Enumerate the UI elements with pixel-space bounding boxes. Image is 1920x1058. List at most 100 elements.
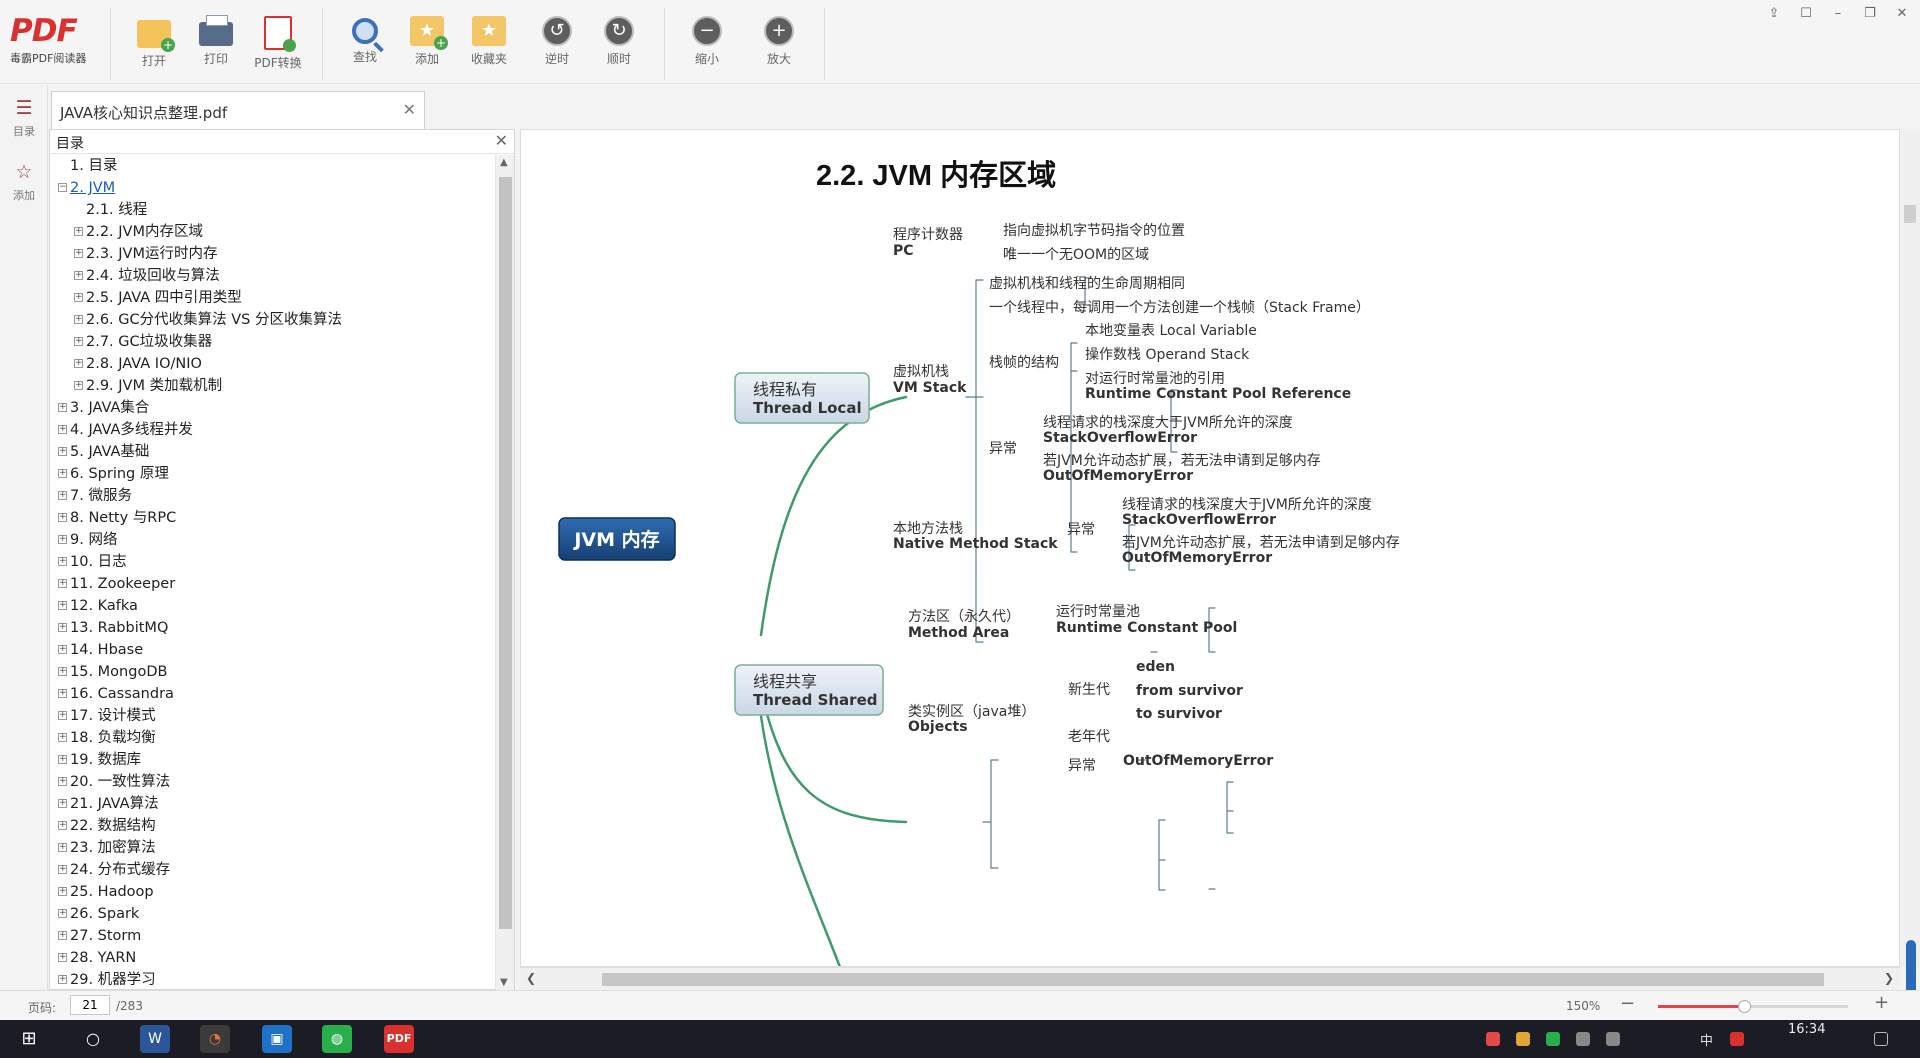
toc-item[interactable]: +6. Spring 原理: [50, 463, 496, 485]
document-view[interactable]: 2.2. JVM 内存区域 JVM 内存 线程私有 Thread Local 线…: [520, 129, 1900, 967]
toc-item[interactable]: +14. Hbase: [50, 639, 496, 661]
expand-icon[interactable]: +: [58, 755, 67, 764]
expand-icon[interactable]: +: [58, 733, 67, 742]
expand-icon[interactable]: +: [58, 887, 67, 896]
toc-item[interactable]: +5. JAVA基础: [50, 441, 496, 463]
expand-icon[interactable]: +: [58, 645, 67, 654]
wechat-app-icon[interactable]: ◍: [322, 1025, 352, 1053]
expand-icon[interactable]: +: [58, 579, 67, 588]
toc-item[interactable]: 2.1. 线程: [50, 199, 496, 221]
find-button[interactable]: 查找: [335, 16, 395, 76]
restore-icon[interactable]: ❐: [1862, 6, 1878, 21]
expand-icon[interactable]: +: [74, 381, 83, 390]
pdf-convert-button[interactable]: PDF转换: [248, 16, 308, 76]
toc-item[interactable]: +2.9. JVM 类加载机制: [50, 375, 496, 397]
explorer-app-icon[interactable]: ▣: [262, 1025, 292, 1053]
toc-scrollbar[interactable]: ▲ ▼: [495, 155, 514, 990]
scroll-down-icon[interactable]: ▼: [500, 977, 508, 988]
expand-icon[interactable]: +: [58, 909, 67, 918]
expand-icon[interactable]: +: [74, 271, 83, 280]
expand-icon[interactable]: +: [58, 557, 67, 566]
rail-toc-button[interactable]: ☰ 目录: [0, 85, 48, 149]
toc-item[interactable]: +18. 负载均衡: [50, 727, 496, 749]
rotate-cw-button[interactable]: ↻ 顺时: [589, 16, 649, 76]
toc-item[interactable]: +2.4. 垃圾回收与算法: [50, 265, 496, 287]
expand-icon[interactable]: +: [58, 667, 67, 676]
toc-item[interactable]: +23. 加密算法: [50, 837, 496, 859]
toc-item[interactable]: +16. Cassandra: [50, 683, 496, 705]
toc-item[interactable]: +2.2. JVM内存区域: [50, 221, 496, 243]
expand-icon[interactable]: +: [58, 425, 67, 434]
print-button[interactable]: 打印: [186, 15, 246, 76]
toc-item[interactable]: +28. YARN: [50, 947, 496, 969]
tab-close-icon[interactable]: ✕: [403, 100, 416, 119]
favorites-button[interactable]: 收藏夹: [459, 16, 519, 76]
expand-icon[interactable]: +: [58, 953, 67, 962]
zoom-slider[interactable]: [1658, 1000, 1848, 1013]
toc-item[interactable]: +4. JAVA多线程并发: [50, 419, 496, 441]
toc-item[interactable]: +7. 微服务: [50, 485, 496, 507]
zoom-out-button[interactable]: − 缩小: [677, 16, 737, 76]
tray-volume-icon[interactable]: [1606, 1032, 1620, 1046]
collapse-icon[interactable]: −: [58, 183, 67, 192]
zoom-slider-thumb[interactable]: [1737, 1000, 1751, 1013]
close-icon[interactable]: ✕: [1894, 6, 1910, 21]
word-app-icon[interactable]: W: [140, 1025, 170, 1053]
toc-item[interactable]: +22. 数据结构: [50, 815, 496, 837]
expand-icon[interactable]: +: [58, 711, 67, 720]
toc-item[interactable]: +2.6. GC分代收集算法 VS 分区收集算法: [50, 309, 496, 331]
expand-icon[interactable]: +: [58, 469, 67, 478]
toc-item[interactable]: +2.8. JAVA IO/NIO: [50, 353, 496, 375]
taskbar-search-icon[interactable]: ○: [78, 1025, 108, 1053]
expand-icon[interactable]: +: [74, 293, 83, 302]
feedback-icon[interactable]: ☐: [1798, 6, 1814, 21]
toc-close-icon[interactable]: ✕: [495, 131, 508, 150]
expand-icon[interactable]: +: [58, 843, 67, 852]
expand-icon[interactable]: +: [74, 337, 83, 346]
toc-item[interactable]: +11. Zookeeper: [50, 573, 496, 595]
expand-icon[interactable]: +: [74, 227, 83, 236]
expand-icon[interactable]: +: [74, 359, 83, 368]
toc-item[interactable]: −2. JVM: [50, 177, 496, 199]
document-horizontal-scrollbar[interactable]: ❮ ❯: [520, 967, 1900, 990]
rail-add-button[interactable]: ☆ 添加: [0, 149, 48, 213]
scroll-up-icon[interactable]: ▲: [500, 157, 508, 168]
ime-indicator[interactable]: 中: [1700, 1030, 1713, 1049]
expand-icon[interactable]: +: [58, 689, 67, 698]
scroll-right-icon[interactable]: ❯: [1884, 971, 1894, 985]
expand-icon[interactable]: +: [58, 447, 67, 456]
tray-app-icon[interactable]: [1486, 1032, 1500, 1046]
toc-item[interactable]: +29. 机器学习: [50, 969, 496, 990]
document-vertical-scrollbar[interactable]: [1900, 129, 1920, 967]
toc-item[interactable]: +9. 网络: [50, 529, 496, 551]
tray-network-icon[interactable]: [1576, 1032, 1590, 1046]
notification-icon[interactable]: [1874, 1032, 1888, 1046]
toc-item[interactable]: +10. 日志: [50, 551, 496, 573]
toc-item[interactable]: +12. Kafka: [50, 595, 496, 617]
toc-item[interactable]: +2.5. JAVA 四中引用类型: [50, 287, 496, 309]
expand-icon[interactable]: +: [58, 975, 67, 984]
expand-icon[interactable]: +: [58, 491, 67, 500]
minimize-icon[interactable]: –: [1830, 6, 1846, 21]
open-button[interactable]: 打开: [124, 16, 184, 76]
expand-icon[interactable]: +: [58, 777, 67, 786]
expand-icon[interactable]: +: [58, 865, 67, 874]
expand-icon[interactable]: +: [74, 315, 83, 324]
toc-item[interactable]: +17. 设计模式: [50, 705, 496, 727]
share-icon[interactable]: ⇪: [1766, 6, 1782, 21]
windows-start-icon[interactable]: ⊞: [14, 1025, 44, 1053]
expand-icon[interactable]: +: [58, 799, 67, 808]
expand-icon[interactable]: +: [58, 931, 67, 940]
toc-item[interactable]: +15. MongoDB: [50, 661, 496, 683]
zoom-plus-icon[interactable]: +: [1874, 992, 1889, 1013]
expand-icon[interactable]: +: [74, 249, 83, 258]
toc-item[interactable]: +24. 分布式缓存: [50, 859, 496, 881]
expand-icon[interactable]: +: [58, 821, 67, 830]
expand-icon[interactable]: +: [58, 513, 67, 522]
expand-icon[interactable]: +: [58, 403, 67, 412]
rotate-ccw-button[interactable]: ↺ 逆时: [527, 16, 587, 76]
expand-icon[interactable]: +: [58, 623, 67, 632]
toc-item[interactable]: +26. Spark: [50, 903, 496, 925]
toc-scroll-thumb[interactable]: [499, 177, 512, 929]
toc-item[interactable]: +2.7. GC垃圾收集器: [50, 331, 496, 353]
